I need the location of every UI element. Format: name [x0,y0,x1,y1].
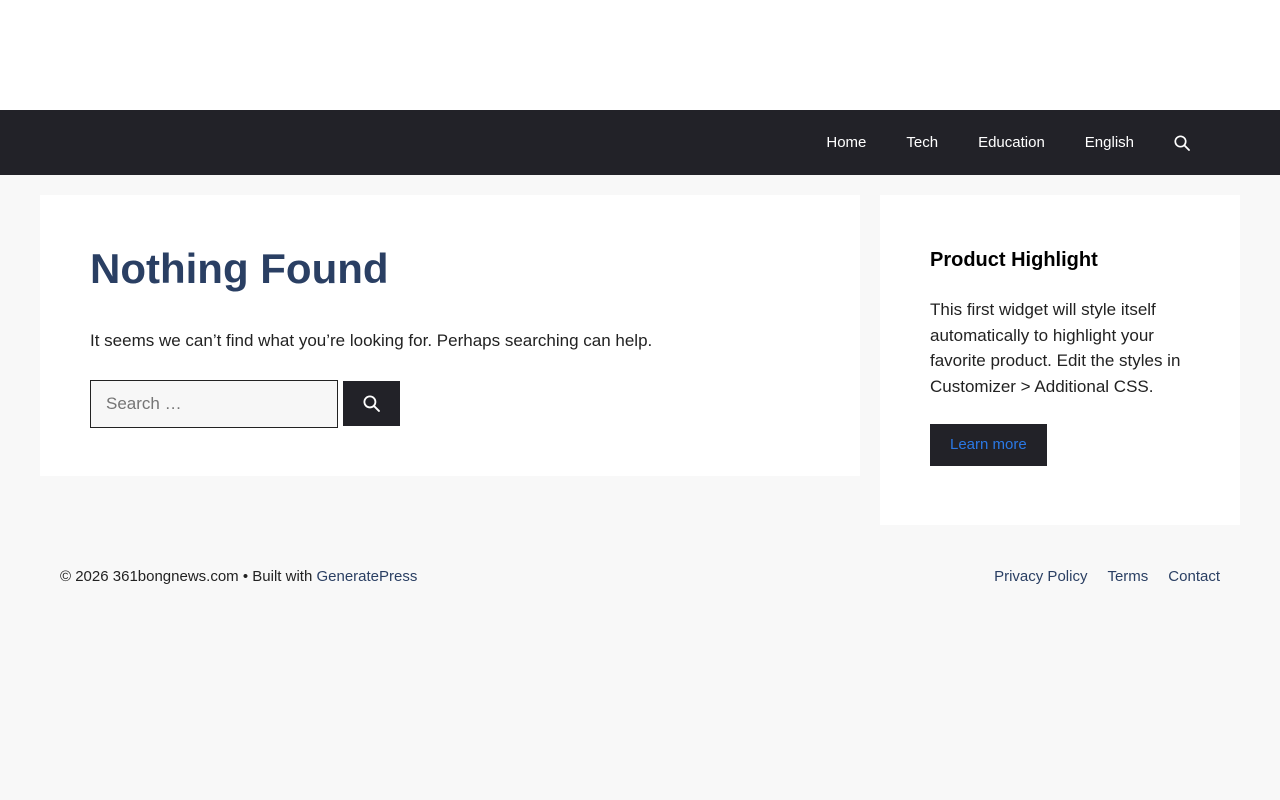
footer-link-privacy-policy[interactable]: Privacy Policy [994,568,1087,585]
search-icon [1174,134,1190,151]
footer-menu: Privacy Policy Terms Contact [974,568,1220,585]
widget-text: This first widget will style itself auto… [930,300,1181,396]
search-icon [363,395,380,412]
nav-search-button[interactable] [1154,110,1210,175]
main-navigation: Home Tech Education English [0,110,1280,175]
search-submit-button[interactable] [343,381,400,426]
search-input[interactable] [90,379,338,428]
built-with-text: • Built with [238,567,317,585]
main-area: Nothing Found It seems we can’t find wha… [0,175,1280,525]
nav-item-education[interactable]: Education [958,110,1065,175]
site-footer: © 2026 361bongnews.com • Built with Gene… [0,566,1280,586]
generatepress-link[interactable]: GeneratePress [316,568,417,585]
nav-item-english[interactable]: English [1065,110,1154,175]
search-form [90,379,810,428]
widget-title: Product Highlight [930,249,1098,271]
nav-item-tech[interactable]: Tech [886,110,958,175]
page-title: Nothing Found [90,245,389,292]
learn-more-button[interactable]: Learn more [930,424,1047,466]
footer-link-contact[interactable]: Contact [1168,568,1220,585]
sidebar: Product Highlight This first widget will… [880,195,1240,525]
copyright: © 2026 361bongnews.com • Built with Gene… [60,568,417,585]
nav-item-home[interactable]: Home [806,110,886,175]
site-header [0,0,1280,110]
footer-link-terms[interactable]: Terms [1107,568,1148,585]
copyright-text: © 2026 361bongnews.com [60,567,239,585]
content-area: Nothing Found It seems we can’t find wha… [40,195,860,476]
not-found-message: It seems we can’t find what you’re looki… [90,331,653,350]
